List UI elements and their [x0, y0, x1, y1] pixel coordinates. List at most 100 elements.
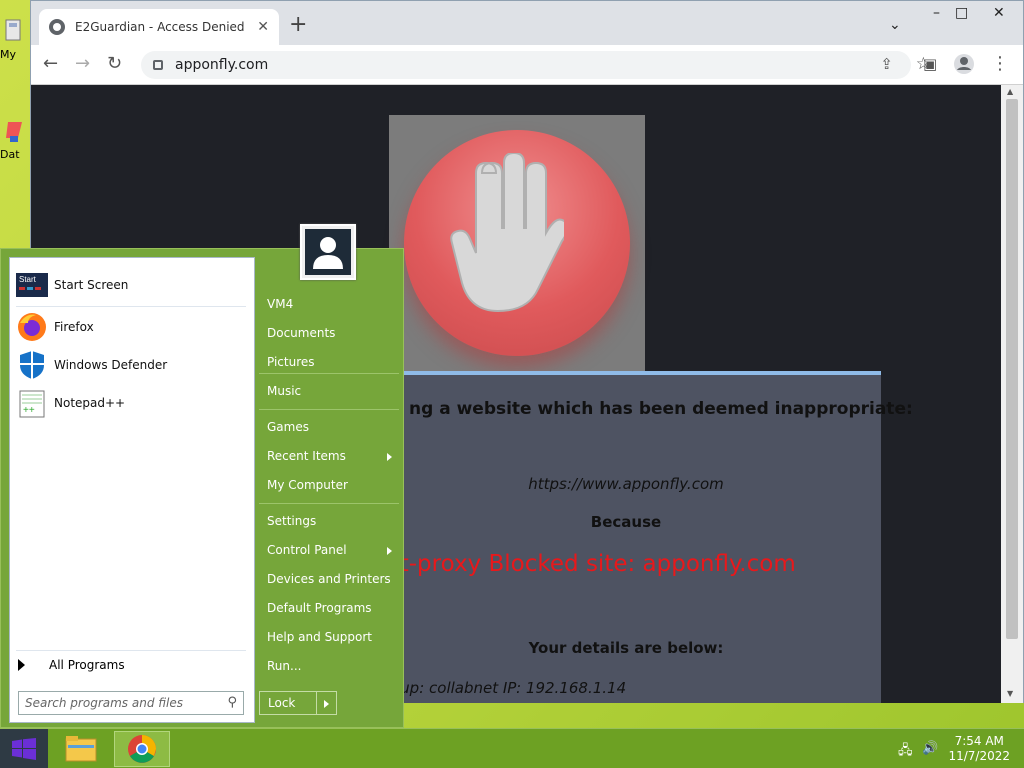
places-item-recent-items[interactable]: Recent Items — [267, 449, 346, 463]
denied-info-box: ng a website which has been deemed inapp… — [371, 371, 913, 703]
close-window-button[interactable]: ✕ — [993, 5, 1005, 21]
start-item-start-screen[interactable]: Start Start Screen — [16, 268, 128, 302]
lock-button[interactable]: Lock — [259, 691, 337, 715]
page-scrollbar[interactable]: ▲ ▼ — [1001, 85, 1023, 703]
places-item-music[interactable]: Music — [267, 384, 301, 398]
address-url: apponfly.com — [175, 57, 269, 73]
start-item-label: Start Screen — [54, 278, 129, 292]
share-icon[interactable]: ⇪ — [880, 55, 893, 73]
start-item-label: Windows Defender — [54, 358, 168, 372]
taskbar: 🖧 🔊 7:54 AM 11/7/2022 — [0, 728, 1024, 768]
stop-hand-icon — [450, 153, 564, 313]
blocked-url: https://www.apponfly.com — [528, 475, 724, 493]
submenu-arrow-icon — [387, 547, 392, 555]
tab-title: E2Guardian - Access Denied — [75, 20, 245, 34]
expand-triangle-icon — [18, 659, 25, 671]
user-details: oup: collabnet IP: 192.168.1.14 — [391, 679, 627, 697]
svg-text:++: ++ — [23, 405, 35, 416]
lock-options-arrow-icon[interactable] — [324, 700, 329, 708]
places-item-my-computer[interactable]: My Computer — [267, 478, 348, 492]
firefox-icon — [18, 313, 46, 341]
lock-icon — [153, 60, 163, 70]
places-item-settings[interactable]: Settings — [267, 514, 316, 528]
start-menu: Start Start Screen Firefox Windows Defen… — [0, 248, 404, 728]
computer-icon — [5, 19, 21, 41]
clock[interactable]: 7:54 AM 11/7/2022 — [948, 734, 1010, 764]
all-programs-button[interactable]: All Programs — [18, 658, 125, 672]
details-heading: Your details are below: — [528, 639, 724, 657]
chrome-icon — [128, 735, 156, 763]
places-item-documents[interactable]: Documents — [267, 326, 335, 340]
places-item-help-and-support[interactable]: Help and Support — [267, 630, 372, 644]
start-search-input[interactable]: Search programs and files ⚲ — [18, 691, 244, 715]
svg-text:Start: Start — [19, 275, 37, 284]
menu-separator — [16, 650, 246, 651]
start-item-label: Notepad++ — [54, 396, 126, 410]
places-item-devices-and-printers[interactable]: Devices and Printers — [267, 572, 391, 586]
block-reason: net-proxy Blocked site: apponfly.com — [371, 551, 796, 577]
because-label: Because — [590, 513, 662, 531]
search-icon[interactable]: ⚲ — [227, 695, 237, 710]
places-item-control-panel[interactable]: Control Panel — [267, 543, 347, 557]
clock-time: 7:54 AM — [954, 734, 1004, 748]
menu-separator — [16, 306, 246, 307]
start-item-notepad-plus-plus[interactable]: ++ Notepad++ — [16, 386, 125, 420]
places-item-run[interactable]: Run... — [267, 659, 301, 673]
start-button[interactable] — [0, 729, 48, 768]
menu-separator — [259, 409, 399, 410]
submenu-arrow-icon — [387, 453, 392, 461]
profile-icon[interactable] — [953, 53, 975, 81]
taskbar-file-explorer[interactable] — [54, 731, 110, 767]
scroll-down-icon[interactable]: ▼ — [1007, 689, 1013, 698]
browser-toolbar: ← → ↻ apponfly.com ⇪ ☆ ▣ ⋮ — [31, 45, 1023, 85]
shortcut-icon — [6, 122, 22, 142]
menu-kebab-icon[interactable]: ⋮ — [991, 53, 1009, 75]
user-silhouette-icon — [305, 229, 351, 275]
back-arrow-icon[interactable]: ← — [43, 53, 58, 75]
stop-hand-image — [389, 115, 645, 371]
start-menu-programs-pane: Start Start Screen Firefox Windows Defen… — [9, 257, 255, 723]
windows-logo-icon — [12, 738, 36, 760]
scroll-up-icon[interactable]: ▲ — [1007, 87, 1013, 96]
scrollbar-thumb[interactable] — [1006, 99, 1018, 639]
taskbar-chrome[interactable] — [114, 731, 170, 767]
clock-date: 11/7/2022 — [948, 749, 1010, 763]
places-item-games[interactable]: Games — [267, 420, 309, 434]
places-item-default-programs[interactable]: Default Programs — [267, 601, 372, 615]
desktop-icon-label: My — [0, 48, 17, 61]
lock-label: Lock — [268, 696, 296, 710]
start-item-label: Firefox — [54, 320, 94, 334]
tab-close-icon[interactable]: ✕ — [257, 19, 269, 35]
menu-separator — [259, 503, 399, 504]
forward-arrow-icon[interactable]: → — [75, 53, 90, 75]
notepad-plus-plus-icon: ++ — [19, 390, 45, 418]
denied-message: ng a website which has been deemed inapp… — [409, 399, 913, 419]
windows-defender-icon — [20, 351, 44, 379]
menu-separator — [259, 373, 399, 374]
desktop-icon-data[interactable]: Dat — [0, 118, 30, 161]
all-programs-label: All Programs — [49, 658, 125, 672]
search-placeholder: Search programs and files — [25, 696, 183, 710]
minimize-button[interactable]: – — [933, 5, 940, 21]
maximize-button[interactable]: □ — [955, 5, 968, 21]
globe-icon — [49, 19, 65, 35]
user-avatar[interactable] — [300, 224, 356, 280]
browser-tab[interactable]: E2Guardian - Access Denied ✕ — [39, 9, 279, 45]
new-tab-button[interactable]: + — [289, 14, 307, 36]
places-item-pictures[interactable]: Pictures — [267, 355, 315, 369]
reload-icon[interactable]: ↻ — [107, 53, 122, 75]
desktop-icon-label: Dat — [0, 148, 20, 161]
places-item-vm4[interactable]: VM4 — [267, 297, 293, 311]
start-screen-icon: Start — [16, 273, 48, 297]
side-panel-icon[interactable]: ▣ — [923, 53, 937, 75]
network-icon[interactable]: 🖧 — [898, 741, 913, 763]
volume-icon[interactable]: 🔊 — [922, 741, 938, 756]
address-bar[interactable]: apponfly.com ⇪ ☆ — [141, 51, 931, 79]
lock-button-divider — [316, 692, 317, 714]
desktop-icon-my-computer[interactable]: My — [0, 18, 30, 61]
start-item-firefox[interactable]: Firefox — [16, 310, 94, 344]
start-item-windows-defender[interactable]: Windows Defender — [16, 348, 167, 382]
folder-icon — [65, 736, 97, 762]
tab-search-chevron-icon[interactable]: ⌄ — [889, 17, 901, 33]
tab-strip: E2Guardian - Access Denied ✕ + ⌄ – □ ✕ — [31, 1, 1023, 45]
